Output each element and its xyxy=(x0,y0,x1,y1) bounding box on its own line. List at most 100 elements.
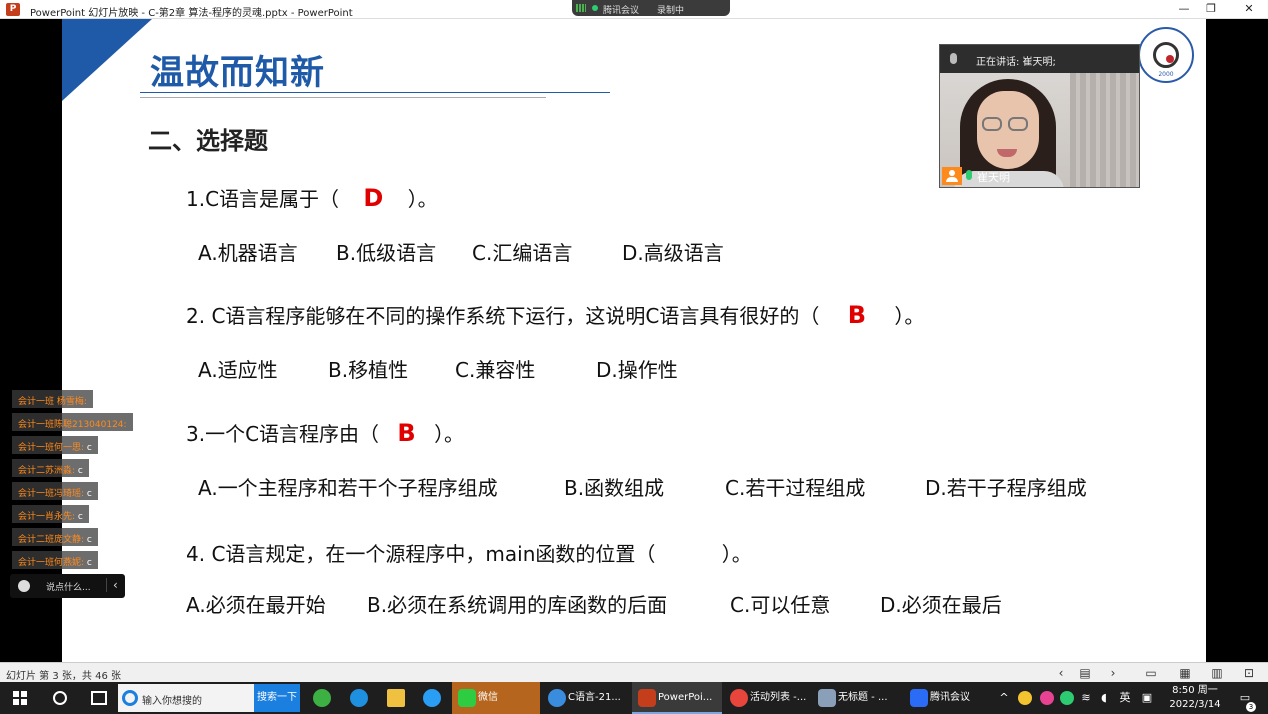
question-suffix: ）。 xyxy=(721,542,752,566)
person-icon xyxy=(942,167,962,185)
option-b: B.函数组成 xyxy=(564,476,665,500)
slide-title: 温故而知新 xyxy=(150,53,325,93)
option-c: C.兼容性 xyxy=(455,358,536,382)
clock-date: 2022/3/14 xyxy=(1169,699,1221,710)
logo-dot-icon xyxy=(1166,55,1174,63)
taskbar-untitled[interactable]: 无标题 - ... xyxy=(812,682,898,714)
close-button[interactable]: ✕ xyxy=(1241,2,1257,16)
status-dot-icon xyxy=(592,5,598,11)
option-c: C.可以任意 xyxy=(730,593,831,617)
tray-expand-icon[interactable]: ^ xyxy=(996,682,1012,714)
taskbar-powerpoint[interactable]: PowerPoi... xyxy=(632,682,722,714)
microphone-active-icon xyxy=(966,170,972,180)
option-b: B.低级语言 xyxy=(336,241,437,265)
network-icon[interactable]: ≋ xyxy=(1078,682,1094,714)
edge-icon[interactable] xyxy=(350,689,368,707)
chat-message: 会计一班陈聪213040124: xyxy=(12,413,133,431)
chat-message: 会计一肖永先: c xyxy=(12,505,89,523)
slide-menu-icon[interactable]: ▤ xyxy=(1078,666,1092,680)
option-d: D.若干子程序组成 xyxy=(925,476,1087,500)
logo-ring-icon xyxy=(1153,42,1179,68)
clock-time: 8:50 周一 xyxy=(1172,685,1218,696)
next-slide-icon[interactable]: › xyxy=(1106,666,1120,680)
chat-placeholder: 说点什么... xyxy=(46,583,91,593)
search-input[interactable]: 输入你想搜的 xyxy=(118,684,254,712)
speaker-video-tile[interactable]: 正在讲话: 崔天明; 崔天明 xyxy=(939,44,1140,188)
ime-mode-icon[interactable]: ▣ xyxy=(1138,682,1156,714)
option-b: B.必须在系统调用的库函数的后面 xyxy=(367,593,668,617)
question-2: 2. C语言程序能够在不同的操作系统下运行，这说明C语言具有很好的（ B ）。 xyxy=(186,300,924,329)
sorter-view-icon[interactable]: ▦ xyxy=(1178,666,1192,680)
tray-app2-icon[interactable] xyxy=(1040,691,1054,705)
option-a: A.一个主程序和若干个子程序组成 xyxy=(198,476,498,500)
taskbar-wechat[interactable]: 微信 xyxy=(452,682,540,714)
title-divider xyxy=(140,92,610,93)
option-c: C.汇编语言 xyxy=(472,241,573,265)
chat-message: 会计一班 杨雪梅: xyxy=(12,390,93,408)
ie-browser-icon[interactable] xyxy=(423,689,441,707)
meeting-app-label: 腾讯会议 xyxy=(603,6,640,16)
recording-label: 录制中 xyxy=(657,6,685,16)
windows-start-icon[interactable] xyxy=(13,691,27,705)
task-view-icon[interactable] xyxy=(91,691,107,705)
participant-name: 崔天明 xyxy=(977,171,1010,184)
question-suffix: ）。 xyxy=(894,304,925,328)
signal-icon xyxy=(576,4,586,12)
question-3: 3.一个C语言程序由（ B ）。 xyxy=(186,418,464,447)
previous-slide-icon[interactable]: ‹ xyxy=(1054,666,1068,680)
taskbar-clock[interactable]: 8:50 周一 2022/3/14 xyxy=(1160,684,1230,712)
tray-app-icon[interactable] xyxy=(1018,691,1032,705)
option-d: D.必须在最后 xyxy=(880,593,1002,617)
corner-decoration xyxy=(62,19,152,101)
status-bar: 幻灯片 第 3 张，共 46 张 ‹ ▤ › ▭ ▦ ▥ ⊡ xyxy=(0,662,1268,682)
cortana-icon[interactable] xyxy=(53,691,67,705)
window-title: PowerPoint 幻灯片放映 - C-第2章 算法-程序的灵魂.pptx -… xyxy=(30,8,353,19)
taskbar-tencent-meeting[interactable]: 腾讯会议 xyxy=(904,682,990,714)
option-a: A.必须在最开始 xyxy=(186,593,326,617)
chat-message: 会计一班冯琦瑶: c xyxy=(12,482,98,500)
chat-input[interactable]: 说点什么... ‹ xyxy=(10,574,125,598)
search-button[interactable]: 搜索一下 xyxy=(254,684,300,712)
question-4: 4. C语言规定，在一个源程序中，main函数的位置（ ）。 xyxy=(186,538,752,567)
option-d: D.操作性 xyxy=(596,358,678,382)
volume-icon[interactable]: ◖ xyxy=(1096,682,1112,714)
tray-app3-icon[interactable] xyxy=(1060,691,1074,705)
restore-button[interactable]: ❐ xyxy=(1203,2,1219,16)
speaking-label: 正在讲话: 崔天明; xyxy=(976,57,1056,68)
normal-view-icon[interactable]: ▭ xyxy=(1144,666,1158,680)
ime-language[interactable]: 英 xyxy=(1116,682,1134,714)
chat-message: 会计一班何一思: c xyxy=(12,436,98,454)
logo-year: 2000 xyxy=(1158,71,1174,78)
question-suffix: ）。 xyxy=(407,187,438,211)
chat-message: 会计一班何燕妮: c xyxy=(12,551,98,569)
question-text: 1.C语言是属于（ xyxy=(186,187,340,211)
minimize-button[interactable]: — xyxy=(1176,2,1192,16)
file-explorer-icon[interactable] xyxy=(387,689,405,707)
emoji-icon[interactable] xyxy=(18,580,30,592)
reading-view-icon[interactable]: ▥ xyxy=(1210,666,1224,680)
powerpoint-icon: P xyxy=(6,3,20,16)
title-divider-secondary xyxy=(140,97,546,98)
answer-mark: D xyxy=(363,184,384,212)
section-heading: 二、选择题 xyxy=(148,127,268,155)
chat-message: 会计二班庞文静: c xyxy=(12,528,98,546)
option-d: D.高级语言 xyxy=(622,241,724,265)
ie-icon xyxy=(122,690,138,706)
question-text: 2. C语言程序能够在不同的操作系统下运行，这说明C语言具有很好的（ xyxy=(186,304,820,328)
chat-message: 会计二苏洲淼: c xyxy=(12,459,89,477)
school-logo: 2000 xyxy=(1138,27,1194,83)
notification-badge: 3 xyxy=(1246,702,1256,712)
browser-360-icon[interactable] xyxy=(313,689,331,707)
speaking-indicator: 正在讲话: 崔天明; xyxy=(940,45,1139,73)
collapse-chat-icon[interactable]: ‹ xyxy=(106,578,118,592)
question-text: 3.一个C语言程序由（ xyxy=(186,422,380,446)
taskbar: 输入你想搜的 搜索一下 微信 C语言-21... PowerPoi... 活动列… xyxy=(0,682,1268,714)
answer-mark: B xyxy=(847,301,867,329)
taskbar-activity-list[interactable]: 活动列表 -... xyxy=(724,682,810,714)
slideshow-view-icon[interactable]: ⊡ xyxy=(1242,666,1256,680)
meeting-status-pill[interactable]: 腾讯会议 录制中 xyxy=(572,0,730,16)
taskbar-c-language[interactable]: C语言-21... xyxy=(542,682,630,714)
option-a: A.适应性 xyxy=(198,358,278,382)
answer-mark: B xyxy=(397,419,416,447)
question-text: 4. C语言规定，在一个源程序中，main函数的位置（ xyxy=(186,542,656,566)
